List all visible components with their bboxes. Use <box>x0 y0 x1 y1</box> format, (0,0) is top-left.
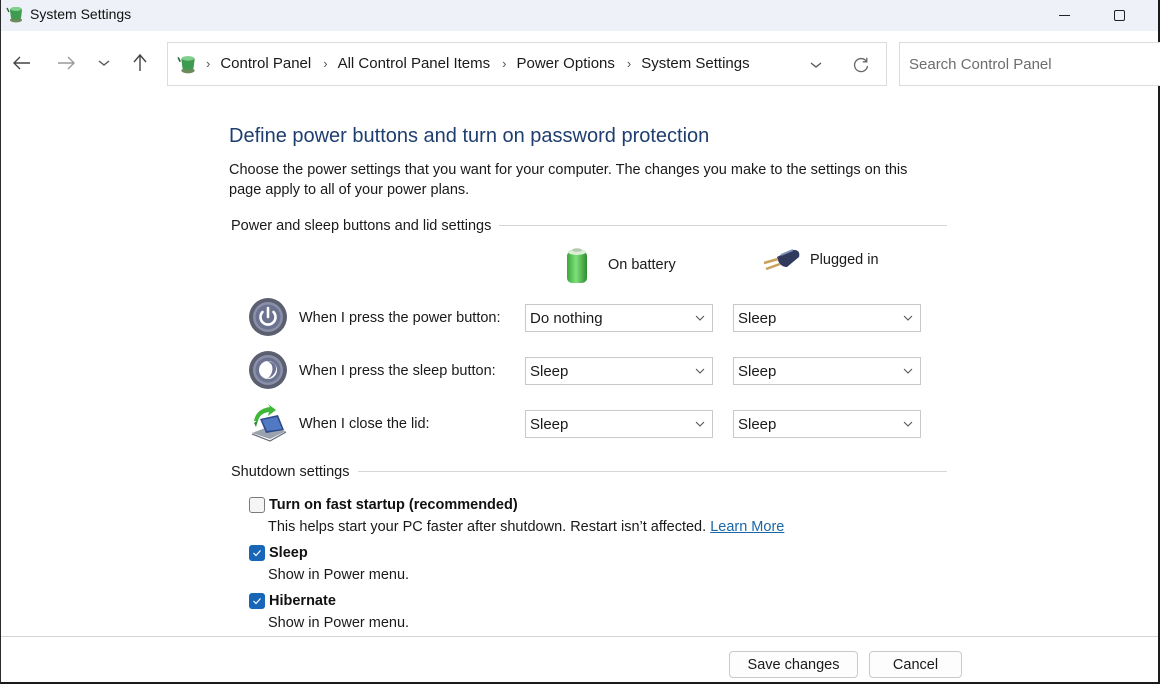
breadcrumb-control-panel[interactable]: Control Panel <box>220 55 311 72</box>
save-changes-button[interactable]: Save changes <box>729 651 858 678</box>
hibernate-checkbox[interactable]: Hibernate <box>249 593 336 609</box>
checkbox-checked[interactable] <box>249 545 265 561</box>
cancel-button[interactable]: Cancel <box>869 651 962 678</box>
arrow-left-icon <box>13 56 30 70</box>
chevron-down-icon <box>903 368 913 374</box>
arrow-up-icon <box>133 53 147 71</box>
search-box[interactable] <box>899 42 1160 86</box>
address-bar[interactable]: › Control Panel › All Control Panel Item… <box>167 42 887 86</box>
column-header-on-battery: On battery <box>561 245 676 285</box>
selected-value: Sleep <box>530 363 569 380</box>
selected-value: Do nothing <box>530 310 603 327</box>
selected-value: Sleep <box>738 363 777 380</box>
back-button[interactable] <box>9 50 35 76</box>
sleep-button-icon <box>249 351 287 389</box>
hibernate-description: Show in Power menu. <box>268 615 410 631</box>
page-description: Choose the power settings that you want … <box>229 162 908 198</box>
fast-startup-label: Turn on fast startup (recommended) <box>269 497 518 513</box>
shutdown-group-label: Shutdown settings <box>231 464 358 480</box>
forward-button[interactable] <box>53 50 79 76</box>
window-title: System Settings <box>30 6 132 22</box>
plugged-in-label: Plugged in <box>810 252 879 268</box>
breadcrumb: › Control Panel › All Control Panel Item… <box>206 55 762 72</box>
sleep-button-plugged-in-select[interactable]: Sleep <box>733 357 921 385</box>
title-bar: System Settings <box>1 0 1158 31</box>
close-lid-plugged-in-select[interactable]: Sleep <box>733 410 921 438</box>
hibernate-label: Hibernate <box>269 593 336 609</box>
power-button-icon <box>249 298 287 336</box>
checkbox-checked[interactable] <box>249 593 265 609</box>
fast-startup-description: This helps start your PC faster after sh… <box>268 519 784 535</box>
chevron-down-icon <box>903 421 913 427</box>
checkbox-unchecked[interactable] <box>249 497 265 513</box>
battery-icon <box>567 248 587 283</box>
chevron-right-icon: › <box>502 56 507 71</box>
chevron-down-icon <box>98 60 110 66</box>
column-header-plugged-in: Plugged in <box>761 245 879 275</box>
page-title: Define power buttons and turn on passwor… <box>229 125 710 147</box>
chevron-down-icon <box>810 62 822 68</box>
control-panel-icon <box>177 56 195 74</box>
maximize-icon <box>1113 10 1125 21</box>
breadcrumb-system-settings[interactable]: System Settings <box>641 55 749 72</box>
search-input[interactable] <box>900 43 1160 85</box>
power-button-on-battery-select[interactable]: Do nothing <box>525 304 713 332</box>
navigation-bar: › Control Panel › All Control Panel Item… <box>1 31 1160 95</box>
learn-more-link[interactable]: Learn More <box>710 519 784 535</box>
fast-startup-description-text: This helps start your PC faster after sh… <box>268 519 707 535</box>
close-lid-on-battery-select[interactable]: Sleep <box>525 410 713 438</box>
sleep-button-on-battery-select[interactable]: Sleep <box>525 357 713 385</box>
chevron-right-icon: › <box>323 56 328 71</box>
sleep-label: Sleep <box>269 545 308 561</box>
selected-value: Sleep <box>530 416 569 433</box>
chevron-right-icon: › <box>626 56 632 71</box>
control-panel-icon <box>6 7 22 23</box>
arrow-right-icon <box>58 56 75 70</box>
power-button-label: When I press the power button: <box>299 310 501 326</box>
checkmark-icon <box>253 598 261 605</box>
recent-locations-button[interactable] <box>91 50 117 76</box>
breadcrumb-power-options[interactable]: Power Options <box>517 55 615 72</box>
checkmark-icon <box>253 550 261 557</box>
power-button-plugged-in-select[interactable]: Sleep <box>733 304 921 332</box>
refresh-button[interactable] <box>850 54 872 76</box>
footer-bar: Save changes Cancel <box>1 636 1158 682</box>
selected-value: Sleep <box>738 416 777 433</box>
chevron-down-icon <box>695 315 705 321</box>
breadcrumb-all-control-panel-items[interactable]: All Control Panel Items <box>338 55 491 72</box>
power-plug-icon <box>763 249 800 271</box>
power-group-label: Power and sleep buttons and lid settings <box>231 218 500 234</box>
sleep-button-label: When I press the sleep button: <box>299 363 496 379</box>
laptop-lid-icon <box>251 404 287 442</box>
up-button[interactable] <box>127 50 153 76</box>
refresh-icon <box>853 57 869 73</box>
on-battery-label: On battery <box>608 257 676 273</box>
chevron-down-icon <box>903 315 913 321</box>
sleep-description: Show in Power menu. <box>268 567 410 583</box>
chevron-right-icon: › <box>206 56 211 71</box>
fast-startup-checkbox[interactable]: Turn on fast startup (recommended) <box>249 497 518 513</box>
chevron-down-icon <box>695 421 705 427</box>
system-settings-window: System Settings › Control Panel › All Co… <box>0 0 1160 684</box>
maximize-button[interactable] <box>1096 0 1142 31</box>
chevron-down-icon <box>695 368 705 374</box>
minimize-button[interactable] <box>1041 0 1087 31</box>
sleep-checkbox[interactable]: Sleep <box>249 545 308 561</box>
close-lid-label: When I close the lid: <box>299 416 430 432</box>
address-history-button[interactable] <box>806 55 826 75</box>
selected-value: Sleep <box>738 310 777 327</box>
minimize-icon <box>1058 15 1070 16</box>
main-content: Define power buttons and turn on passwor… <box>1 95 1158 636</box>
